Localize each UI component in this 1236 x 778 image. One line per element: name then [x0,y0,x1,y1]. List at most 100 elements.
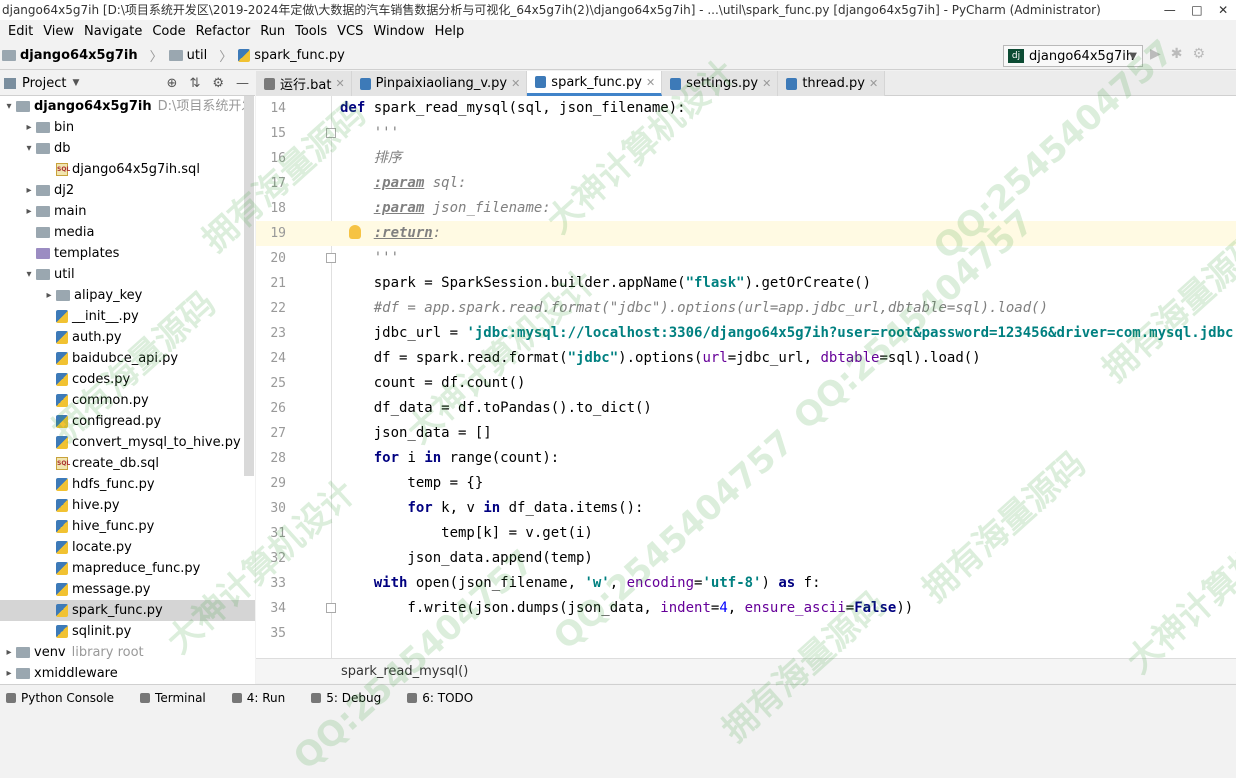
chevron-down-icon[interactable]: ▾ [2,96,16,117]
tree-item[interactable]: ▸ alipay_key [42,285,142,306]
tree-item[interactable]: media [22,222,95,243]
tree-item[interactable]: SQL create_db.sql [42,453,159,474]
tree-item[interactable]: auth.py [42,327,122,348]
tool-window-button[interactable]: Python Console [6,691,114,705]
editor-breadcrumb[interactable]: spark_read_mysql() [256,658,1236,683]
code-line[interactable]: 22 #df = app.spark.read.format("jdbc").o… [256,296,1236,321]
menu-item-code[interactable]: Code [148,24,189,39]
editor-tab[interactable]: 运行.bat ✕ [256,71,352,96]
code-editor[interactable]: 14 def spark_read_mysql(sql, json_filenam… [256,96,1236,658]
editor-tab[interactable]: settings.py ✕ [662,71,779,96]
menu-item-refactor[interactable]: Refactor [192,24,255,39]
close-tab-icon[interactable]: ✕ [646,76,655,89]
tree-item[interactable]: common.py [42,390,149,411]
fold-marker-icon[interactable] [326,603,336,613]
tree-item[interactable]: spark_func.py [0,600,255,621]
breadcrumb-project[interactable]: django64x5g7ih [2,48,138,63]
tree-item[interactable]: sqlinit.py [42,621,131,642]
close-icon[interactable]: ✕ [1218,0,1228,20]
close-tab-icon[interactable]: ✕ [335,77,344,90]
fold-marker-icon[interactable] [326,128,336,138]
tree-item[interactable]: ▸ xmiddleware [2,663,117,684]
run-icon[interactable]: ▶ [1150,46,1161,62]
code-line[interactable]: 23 jdbc_url = 'jdbc:mysql://localhost:33… [256,321,1236,346]
code-line[interactable]: 26 df_data = df.toPandas().to_dict() [256,396,1236,421]
code-line[interactable]: 34 f.write(json.dumps(json_data, indent=… [256,596,1236,621]
tool-window-button[interactable]: 5: Debug [311,691,381,705]
tree-item[interactable]: locate.py [42,537,132,558]
close-tab-icon[interactable]: ✕ [869,77,878,90]
chevron-right-icon[interactable]: ▸ [42,285,56,306]
code-line[interactable]: 29 temp = {} [256,471,1236,496]
tree-item[interactable]: ▸ dj2 [22,180,74,201]
tool-window-button[interactable]: 6: TODO [407,691,473,705]
editor-tab[interactable]: thread.py ✕ [778,71,886,96]
tree-item[interactable]: ▾ django64x5g7ih D:\项目系统开发区\20 [2,96,255,117]
run-configuration-select[interactable]: dj django64x5g7ih ▼ [1003,45,1143,67]
tree-item[interactable]: convert_mysql_to_hive.py [42,432,241,453]
tree-item[interactable]: ▸ main [22,201,86,222]
code-line[interactable]: 30 for k, v in df_data.items(): [256,496,1236,521]
tree-item[interactable]: SQL django64x5g7ih.sql [42,159,200,180]
code-line[interactable]: 20 ''' [256,246,1236,271]
chevron-down-icon[interactable]: ▾ [22,138,36,159]
menu-item-navigate[interactable]: Navigate [80,24,146,39]
tree-item[interactable]: message.py [42,579,151,600]
chevron-down-icon[interactable]: ▼ [72,78,79,88]
code-line[interactable]: 14 def spark_read_mysql(sql, json_filenam… [256,96,1236,121]
menu-item-tools[interactable]: Tools [291,24,331,39]
minimize-icon[interactable]: — [1164,0,1176,20]
code-line[interactable]: 25 count = df.count() [256,371,1236,396]
tree-item[interactable]: mapreduce_func.py [42,558,200,579]
debug-icon[interactable]: ✱ [1171,46,1183,62]
chevron-right-icon[interactable]: ▸ [22,201,36,222]
code-line[interactable]: 35 [256,621,1236,646]
tree-item[interactable]: ▾ db [22,138,70,159]
code-line[interactable]: 18 :param json_filename: [256,196,1236,221]
gear-icon[interactable]: ⚙ [212,76,224,91]
tool-window-button[interactable]: Terminal [140,691,206,705]
close-tab-icon[interactable]: ✕ [511,77,520,90]
tree-item[interactable]: ▸ bin [22,117,74,138]
chevron-right-icon[interactable]: ▸ [22,180,36,201]
locate-icon[interactable]: ⊕ [167,76,178,91]
code-line[interactable]: 16 排序 [256,146,1236,171]
code-line[interactable]: 15 ''' [256,121,1236,146]
code-line[interactable]: 32 json_data.append(temp) [256,546,1236,571]
menu-item-window[interactable]: Window [369,24,428,39]
close-tab-icon[interactable]: ✕ [762,77,771,90]
menu-item-view[interactable]: View [39,24,78,39]
tree-item[interactable]: templates [22,243,119,264]
tree-item[interactable]: hdfs_func.py [42,474,155,495]
collapse-icon[interactable]: ⇅ [189,76,200,91]
breadcrumb-util[interactable]: util [168,48,207,63]
chevron-right-icon[interactable]: ▸ [22,117,36,138]
tree-item[interactable]: baidubce_api.py [42,348,178,369]
tree-item[interactable]: hive.py [42,495,120,516]
code-line[interactable]: 17 :param sql: [256,171,1236,196]
editor-tab[interactable]: Pinpaixiaoliang_v.py ✕ [351,71,528,96]
chevron-right-icon[interactable]: ▸ [2,663,16,684]
tree-item[interactable]: __init__.py [42,306,139,327]
project-tree-scrollbar[interactable] [244,96,254,476]
tree-item[interactable]: codes.py [42,369,130,390]
chevron-right-icon[interactable]: ▸ [2,642,16,663]
hide-icon[interactable]: — [236,76,249,91]
tree-item[interactable]: hive_func.py [42,516,154,537]
tree-item[interactable]: ▸ venv library root [2,642,143,663]
maximize-icon[interactable]: □ [1191,0,1202,20]
code-line[interactable]: 31 temp[k] = v.get(i) [256,521,1236,546]
menu-item-help[interactable]: Help [431,24,469,39]
tool-window-button[interactable]: 4: Run [231,691,285,705]
code-line[interactable]: 27 json_data = [] [256,421,1236,446]
menu-item-run[interactable]: Run [256,24,289,39]
code-line[interactable]: 33 with open(json_filename, 'w', encodin… [256,571,1236,596]
coverage-icon[interactable]: ⚙ [1193,46,1206,62]
intention-bulb-icon[interactable] [349,225,361,239]
chevron-down-icon[interactable]: ▾ [22,264,36,285]
tree-item[interactable]: ▾ util [22,264,74,285]
project-view-select[interactable]: Project [22,76,66,91]
code-line[interactable]: 24 df = spark.read.format("jdbc").option… [256,346,1236,371]
code-line[interactable]: 28 for i in range(count): [256,446,1236,471]
menu-item-vcs[interactable]: VCS [333,24,367,39]
